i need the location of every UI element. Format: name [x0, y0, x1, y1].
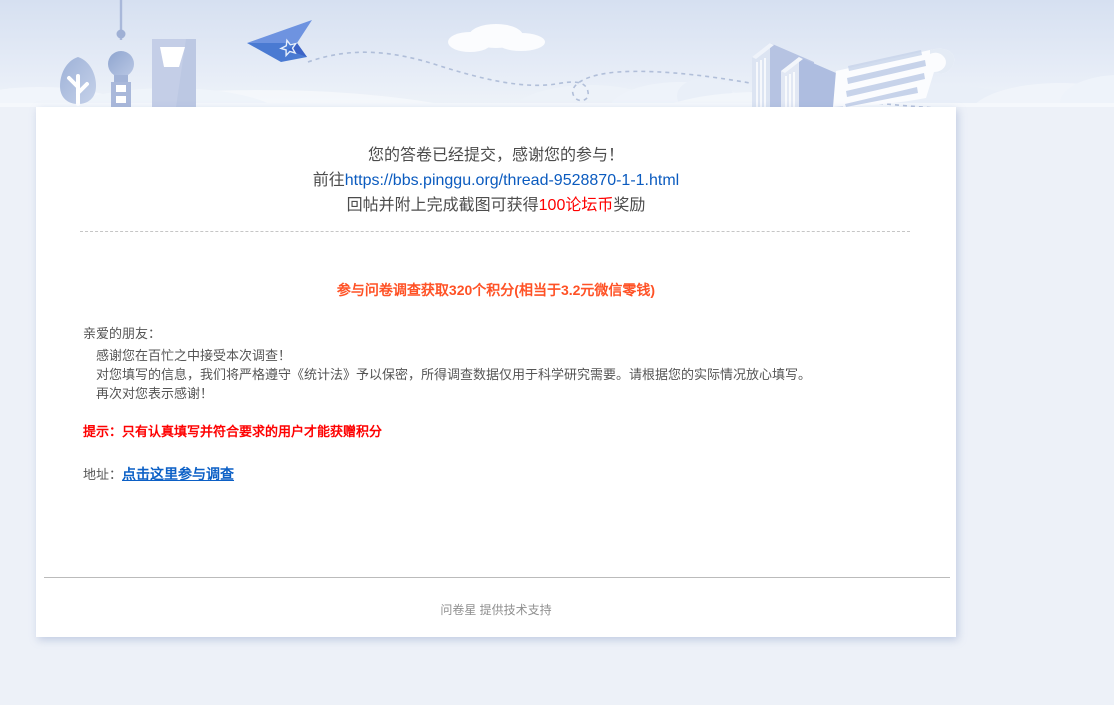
sky-illustration [0, 0, 1114, 107]
reward-suffix: 奖励 [613, 197, 646, 214]
reward-line: 回帖并附上完成截图可获得100论坛币奖励 [36, 193, 956, 218]
address-line: 地址：点击这里参与调查 [83, 464, 909, 484]
survey-link[interactable]: 点击这里参与调查 [122, 466, 234, 482]
result-card: 您的答卷已经提交，感谢您的参与！ 前往https://bbs.pinggu.or… [36, 107, 956, 637]
letter-line: 对您填写的信息，我们将严格遵守《统计法》予以保密，所得调查数据仅用于科学研究需要… [96, 367, 812, 382]
letter-block: 亲爱的朋友： 感谢您在百忙之中接受本次调查！ 对您填写的信息，我们将严格遵守《统… [83, 324, 909, 403]
building-icon [152, 39, 196, 107]
reward-prefix: 回帖并附上完成截图可获得 [346, 197, 539, 214]
submit-message-block: 您的答卷已经提交，感谢您的参与！ 前往https://bbs.pinggu.or… [36, 107, 956, 218]
letter-line: 感谢您在百忙之中接受本次调查！ [96, 348, 292, 363]
forum-thread-link[interactable]: https://bbs.pinggu.org/thread-9528870-1-… [345, 172, 679, 189]
goto-line: 前往https://bbs.pinggu.org/thread-9528870-… [36, 168, 956, 193]
footer-credit: 问卷星 提供技术支持 [440, 603, 552, 617]
promo-line: 参与问卷调查获取320个积分(相当于3.2元微信零钱) [336, 282, 656, 298]
header-illustration [0, 0, 1114, 107]
submit-message: 您的答卷已经提交，感谢您的参与！ [367, 147, 624, 164]
dashed-divider [80, 231, 910, 232]
footer-divider [44, 577, 950, 578]
address-label: 地址： [83, 467, 123, 482]
reward-highlight: 100论坛币 [538, 197, 614, 214]
letter-salutation: 亲爱的朋友： [83, 326, 162, 341]
letter-line: 再次对您表示感谢！ [96, 386, 214, 401]
tip-line: 提示：只有认真填写并符合要求的用户才能获赠积分 [83, 424, 383, 439]
goto-prefix: 前往 [312, 172, 345, 189]
